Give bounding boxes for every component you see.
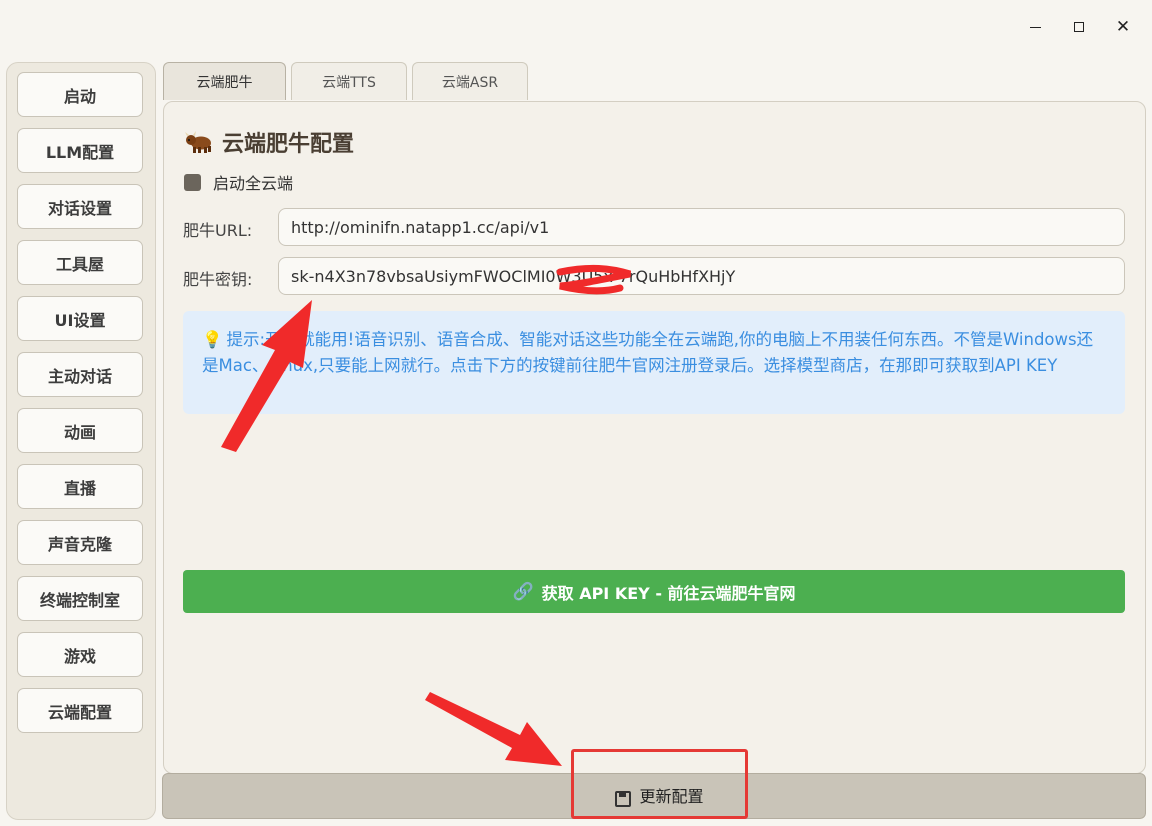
maximize-button[interactable]: [1064, 14, 1094, 40]
sidebar-item-ui-settings[interactable]: UI设置: [17, 296, 143, 341]
full-cloud-checkbox-row[interactable]: 启动全云端: [184, 170, 293, 194]
sidebar-item-animation[interactable]: 动画: [17, 408, 143, 453]
hint-text: 开箱就能用!语音识别、语音合成、智能对话这些功能全在云端跑,你的电脑上不用装任何…: [202, 330, 1094, 375]
sidebar-item-terminal-control[interactable]: 终端控制室: [17, 576, 143, 621]
hint-box: 💡 提示:开箱就能用!语音识别、语音合成、智能对话这些功能全在云端跑,你的电脑上不…: [183, 311, 1125, 414]
sidebar-item-llm-config[interactable]: LLM配置: [17, 128, 143, 173]
page-title-text: 云端肥牛配置: [222, 132, 355, 157]
sidebar-item-cloud-config[interactable]: 云端配置: [17, 688, 143, 733]
minimize-icon: [1029, 26, 1041, 28]
sidebar-item-dialog-settings[interactable]: 对话设置: [17, 184, 143, 229]
update-config-button[interactable]: 更新配置: [571, 749, 748, 819]
url-label: 肥牛URL:: [183, 221, 253, 240]
title-bar: ✕: [0, 0, 1152, 56]
sidebar-item-active-dialog[interactable]: 主动对话: [17, 352, 143, 397]
app-window: ✕ 启动 LLM配置 对话设置 工具屋 UI设置 主动对话 动画 直播 声音克隆…: [0, 0, 1152, 826]
bull-icon: [185, 131, 211, 153]
maximize-icon: [1074, 22, 1084, 32]
tab-cloud-feiniu[interactable]: 云端肥牛: [163, 62, 286, 100]
sidebar-item-start[interactable]: 启动: [17, 72, 143, 117]
key-input[interactable]: sk-n4X3n78vbsaUsiymFWOClMI0W3U5x-7rQuHbH…: [278, 257, 1125, 295]
close-icon: ✕: [1115, 16, 1131, 37]
sidebar-item-live[interactable]: 直播: [17, 464, 143, 509]
full-cloud-checkbox[interactable]: [184, 173, 201, 191]
update-config-label: 更新配置: [639, 787, 704, 806]
get-api-key-label: 获取 API KEY - 前往云端肥牛官网: [541, 583, 796, 603]
tab-cloud-asr[interactable]: 云端ASR: [412, 62, 528, 100]
sidebar-item-toolhouse[interactable]: 工具屋: [17, 240, 143, 285]
full-cloud-checkbox-label: 启动全云端: [213, 174, 294, 193]
sidebar-item-games[interactable]: 游戏: [17, 632, 143, 677]
link-icon: 🔗: [512, 581, 534, 602]
get-api-key-button[interactable]: 🔗 获取 API KEY - 前往云端肥牛官网: [183, 570, 1125, 613]
floppy-disk-icon: [615, 791, 632, 807]
minimize-button[interactable]: [1020, 14, 1050, 40]
close-button[interactable]: ✕: [1108, 14, 1138, 40]
page-title: 云端肥牛配置: [184, 126, 354, 158]
key-label: 肥牛密钥:: [183, 270, 253, 289]
url-input[interactable]: http://ominifn.natapp1.cc/api/v1: [278, 208, 1125, 246]
sidebar-item-voice-clone[interactable]: 声音克隆: [17, 520, 143, 565]
tab-cloud-tts[interactable]: 云端TTS: [291, 62, 407, 100]
config-panel: [163, 101, 1146, 774]
hint-prefix: 提示:: [226, 330, 266, 349]
lightbulb-icon: 💡: [202, 330, 223, 349]
